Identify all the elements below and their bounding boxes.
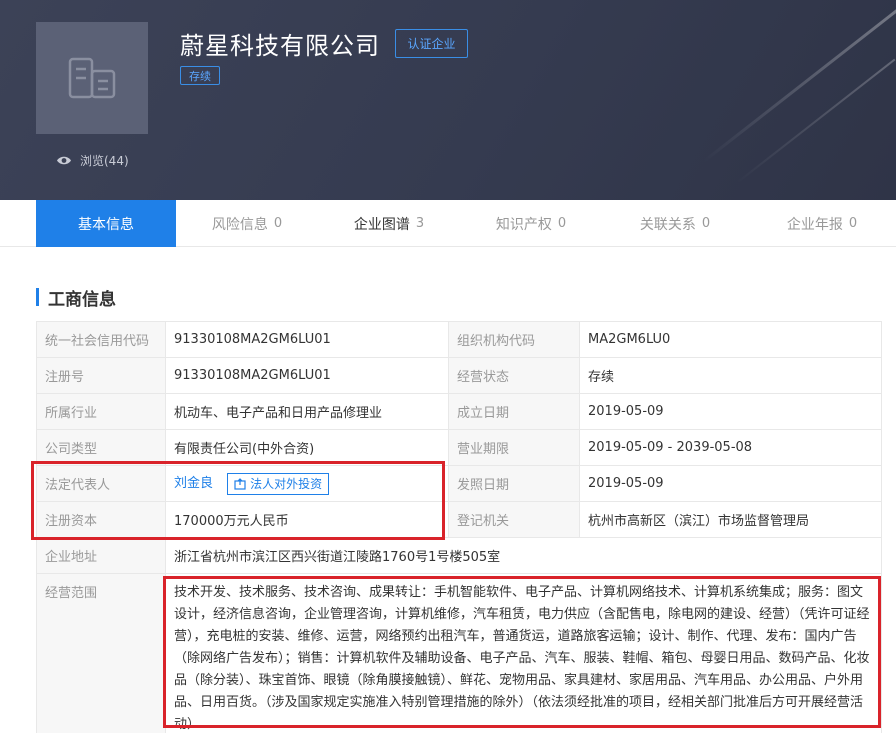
org-code-value: MA2GM6LU0 xyxy=(579,321,882,358)
tab-count: 3 xyxy=(415,216,425,231)
reg-no-value: 91330108MA2GM6LU01 xyxy=(165,357,449,394)
issue-date-value: 2019-05-09 xyxy=(579,465,882,502)
tab-count: 0 xyxy=(273,216,283,231)
tab-label: 关联关系 xyxy=(639,216,696,233)
legal-rep-investment-button[interactable]: 法人对外投资 xyxy=(227,472,330,495)
biz-status-value: 存续 xyxy=(579,357,882,394)
business-info-table: 统一社会信用代码 91330108MA2GM6LU01 组织机构代码 MA2GM… xyxy=(36,321,882,733)
scope-label: 经营范围 xyxy=(36,573,166,733)
issue-date-label: 发照日期 xyxy=(448,465,580,502)
certify-company-button[interactable]: 认证企业 xyxy=(395,29,468,58)
reg-capital-label: 注册资本 xyxy=(36,501,166,538)
tab-label: 企业年报 xyxy=(786,216,843,233)
table-row: 公司类型 有限责任公司(中外合资) 营业期限 2019-05-09 - 2039… xyxy=(36,429,882,466)
tab-count: 0 xyxy=(848,216,858,231)
reg-authority-label: 登记机关 xyxy=(448,501,580,538)
industry-label: 所属行业 xyxy=(36,393,166,430)
legal-rep-label: 法定代表人 xyxy=(36,465,166,502)
tab-intellectual-property[interactable]: 知识产权 0 xyxy=(460,200,602,247)
credit-code-label: 统一社会信用代码 xyxy=(36,321,166,358)
table-row: 所属行业 机动车、电子产品和日用产品修理业 成立日期 2019-05-09 xyxy=(36,393,882,430)
tab-label: 企业图谱 xyxy=(353,216,410,233)
tab-label: 知识产权 xyxy=(495,216,552,233)
credit-code-value: 91330108MA2GM6LU01 xyxy=(165,321,449,358)
section-title: 工商信息 xyxy=(36,286,116,310)
view-count: 浏览(44) xyxy=(56,151,129,169)
address-value: 浙江省杭州市滨江区西兴街道江陵路1760号1号楼505室 xyxy=(165,537,882,574)
table-row: 企业地址 浙江省杭州市滨江区西兴街道江陵路1760号1号楼505室 xyxy=(36,537,882,574)
business-scope-text: 技术开发、技术服务、技术咨询、成果转让：手机智能软件、电子产品、计算机网络技术、… xyxy=(174,585,870,732)
building-icon xyxy=(68,57,116,99)
biz-status-label: 经营状态 xyxy=(448,357,580,394)
scope-cell: 技术开发、技术服务、技术咨询、成果转让：手机智能软件、电子产品、计算机网络技术、… xyxy=(165,573,882,733)
company-logo-placeholder xyxy=(36,22,148,134)
tab-risk-info[interactable]: 风险信息 0 xyxy=(176,200,318,247)
status-badge: 存续 xyxy=(180,66,220,85)
tab-bar: 基本信息 风险信息 0 企业图谱 3 知识产权 0 关联关系 0 企业年报 0 xyxy=(0,200,896,247)
section-title-text: 工商信息 xyxy=(48,289,116,310)
header-decoration xyxy=(736,58,896,184)
biz-term-value: 2019-05-09 - 2039-05-08 xyxy=(579,429,882,466)
tab-company-graph[interactable]: 企业图谱 3 xyxy=(318,200,460,247)
company-type-value: 有限责任公司(中外合资) xyxy=(165,429,449,466)
section-title-bar xyxy=(36,288,39,306)
reg-no-label: 注册号 xyxy=(36,357,166,394)
investment-button-label: 法人对外投资 xyxy=(250,477,323,492)
address-label: 企业地址 xyxy=(36,537,166,574)
eye-icon xyxy=(57,156,71,164)
tab-count: 0 xyxy=(557,216,567,231)
reg-capital-value: 170000万元人民币 xyxy=(165,501,449,538)
table-row: 统一社会信用代码 91330108MA2GM6LU01 组织机构代码 MA2GM… xyxy=(36,321,882,358)
legal-rep-link[interactable]: 刘金良 xyxy=(174,476,213,491)
tab-annual-report[interactable]: 企业年报 0 xyxy=(748,200,896,247)
found-date-label: 成立日期 xyxy=(448,393,580,430)
table-row: 经营范围 技术开发、技术服务、技术咨询、成果转让：手机智能软件、电子产品、计算机… xyxy=(36,573,882,733)
tab-basic-info[interactable]: 基本信息 xyxy=(36,200,176,247)
tab-count: 0 xyxy=(701,216,711,231)
legal-rep-cell: 刘金良 法人对外投资 xyxy=(165,465,449,502)
company-header: 浏览(44) 蔚星科技有限公司 认证企业 存续 xyxy=(0,0,896,200)
industry-value: 机动车、电子产品和日用产品修理业 xyxy=(165,393,449,430)
biz-term-label: 营业期限 xyxy=(448,429,580,466)
view-count-label: 浏览(44) xyxy=(80,153,129,168)
tab-label: 风险信息 xyxy=(211,216,268,233)
table-row: 注册资本 170000万元人民币 登记机关 杭州市高新区（滨江）市场监督管理局 xyxy=(36,501,882,538)
export-icon xyxy=(234,477,246,490)
tab-label: 基本信息 xyxy=(78,216,134,233)
table-row: 注册号 91330108MA2GM6LU01 经营状态 存续 xyxy=(36,357,882,394)
table-row: 法定代表人 刘金良 法人对外投资 发照日期 2019-05-09 xyxy=(36,465,882,502)
org-code-label: 组织机构代码 xyxy=(448,321,580,358)
tab-relations[interactable]: 关联关系 0 xyxy=(602,200,748,247)
reg-authority-value: 杭州市高新区（滨江）市场监督管理局 xyxy=(579,501,882,538)
company-name: 蔚星科技有限公司 xyxy=(180,32,380,60)
found-date-value: 2019-05-09 xyxy=(579,393,882,430)
company-type-label: 公司类型 xyxy=(36,429,166,466)
